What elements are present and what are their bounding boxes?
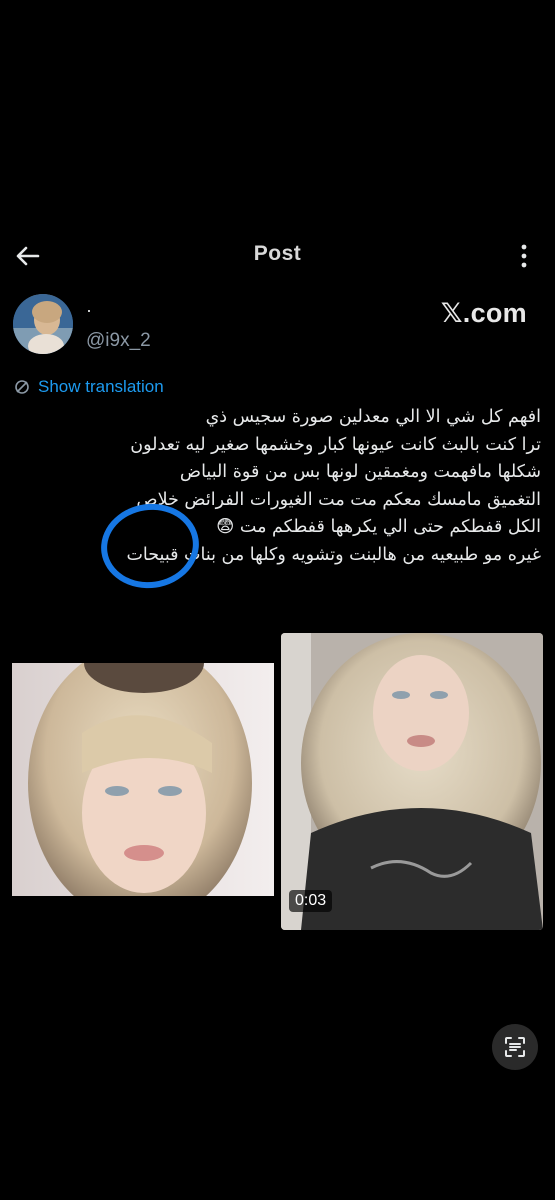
tweet-line: غيره مو طبيعيه من هالبنت وتشويه وكلها من… [126,544,541,565]
show-translation-label: Show translation [38,377,164,396]
video-frame [281,633,543,930]
avatar-photo [13,294,73,354]
tweet-line: شكلها مافهمت ومغمقين لونها بس من قوة الب… [179,462,541,482]
avatar[interactable] [13,294,73,354]
x-watermark: 𝕏.com [440,298,527,328]
media-video-right[interactable]: 0:03 [281,633,543,930]
text-scan-icon [505,1037,525,1057]
translate-icon [15,380,29,394]
page-title: Post [253,242,302,265]
tweet-line: الكل قفطكم حتى الي يكرهها قفطكم مت 😨 [216,517,541,537]
media-image-left[interactable] [12,663,274,896]
handle[interactable]: @i9x_2 [86,330,151,352]
top-bar: Post [0,228,555,284]
show-translation-link[interactable]: Show translation [14,376,164,398]
portrait-image [12,663,274,896]
tweet-line: ترا كنت بالبث كانت عيونها كبار وخشمها صغ… [130,434,541,455]
video-timestamp: 0:03 [289,890,333,912]
tweet-text: افهم كل شي الا الي معدلين صورة سجيس ذي ت… [11,404,541,569]
tweet-line: افهم كل شي الا الي معدلين صورة سجيس ذي [205,407,541,427]
display-name[interactable]: · [86,300,92,321]
text-scan-button[interactable] [492,1024,538,1070]
tweet-line: التغميق مامسك معكم مت مت الغيورات الفرائ… [136,489,541,510]
more-vertical-icon[interactable] [511,242,537,270]
